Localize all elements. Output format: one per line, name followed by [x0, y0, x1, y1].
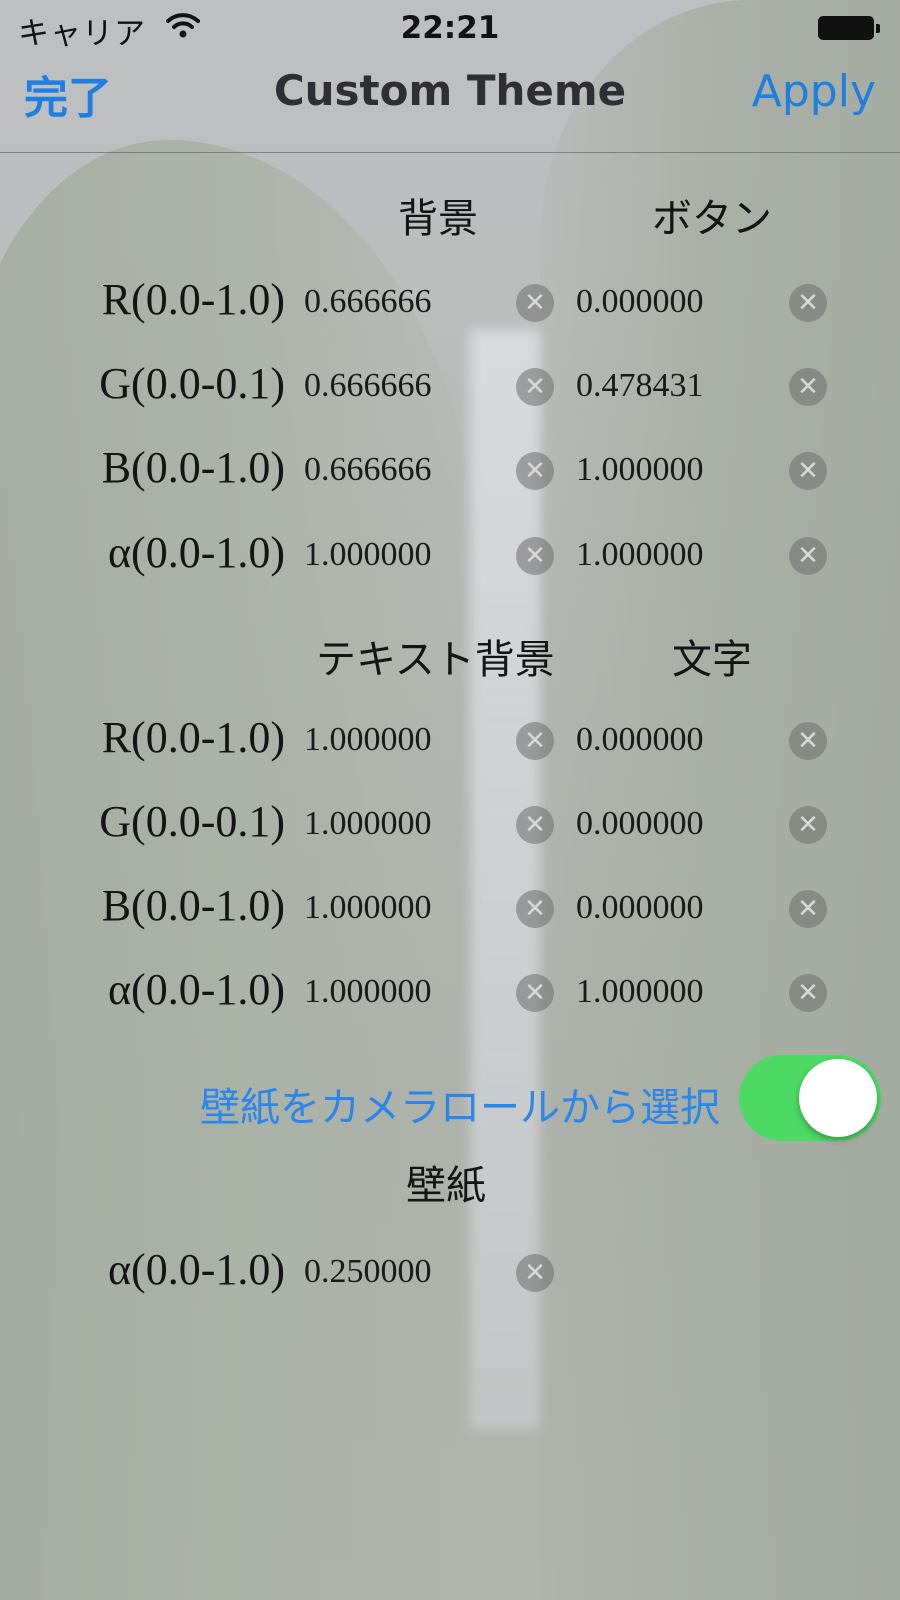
- background-g-field[interactable]: 0.666666: [304, 367, 432, 405]
- clear-icon[interactable]: ✕: [516, 722, 554, 760]
- wallpaper-heading: 壁紙: [406, 1163, 486, 1208]
- text-b-field[interactable]: 0.000000: [576, 889, 704, 927]
- clear-icon[interactable]: ✕: [516, 806, 554, 844]
- text-alpha-field[interactable]: 1.000000: [576, 973, 704, 1011]
- clear-icon[interactable]: ✕: [516, 890, 554, 928]
- clear-icon[interactable]: ✕: [516, 452, 554, 490]
- toggle-knob: [799, 1059, 877, 1137]
- clear-icon[interactable]: ✕: [789, 722, 827, 760]
- clear-icon[interactable]: ✕: [516, 974, 554, 1012]
- column-header-text: 文字: [672, 637, 752, 682]
- background-alpha-field[interactable]: 1.000000: [304, 536, 432, 574]
- clear-icon[interactable]: ✕: [789, 452, 827, 490]
- clear-icon[interactable]: ✕: [789, 806, 827, 844]
- clear-icon[interactable]: ✕: [789, 890, 827, 928]
- column-header-button: ボタン: [652, 196, 772, 241]
- button-b-field[interactable]: 1.000000: [576, 451, 704, 489]
- clear-icon[interactable]: ✕: [789, 974, 827, 1012]
- clear-icon[interactable]: ✕: [789, 537, 827, 575]
- button-g-field[interactable]: 0.478431: [576, 367, 704, 405]
- row-label-alpha: α(0.0-1.0): [107, 528, 285, 577]
- text-g-field[interactable]: 0.000000: [576, 805, 704, 843]
- battery-icon: [818, 16, 880, 42]
- text-background-g-field[interactable]: 1.000000: [304, 805, 432, 843]
- wallpaper-alpha-field[interactable]: 0.250000: [304, 1253, 432, 1291]
- navigation-bar: 完了 Custom Theme Apply: [0, 60, 900, 153]
- button-alpha-field[interactable]: 1.000000: [576, 536, 704, 574]
- camera-roll-label: 壁紙をカメラロールから選択: [200, 1085, 720, 1130]
- clear-icon[interactable]: ✕: [516, 1254, 554, 1292]
- text-background-r-field[interactable]: 1.000000: [304, 721, 432, 759]
- row-label-alpha: α(0.0-1.0): [107, 1245, 285, 1294]
- text-r-field[interactable]: 0.000000: [576, 721, 704, 759]
- row-label-b: B(0.0-1.0): [101, 443, 285, 492]
- clear-icon[interactable]: ✕: [789, 284, 827, 322]
- column-header-text-background: テキスト背景: [316, 637, 555, 682]
- background-b-field[interactable]: 0.666666: [304, 451, 432, 489]
- row-label-g: G(0.0-0.1): [99, 797, 285, 846]
- text-background-b-field[interactable]: 1.000000: [304, 889, 432, 927]
- row-label-b: B(0.0-1.0): [101, 881, 285, 930]
- clear-icon[interactable]: ✕: [789, 368, 827, 406]
- button-r-field[interactable]: 0.000000: [576, 283, 704, 321]
- apply-button[interactable]: Apply: [752, 66, 876, 117]
- text-background-alpha-field[interactable]: 1.000000: [304, 973, 432, 1011]
- clear-icon[interactable]: ✕: [516, 537, 554, 575]
- camera-roll-toggle[interactable]: [739, 1055, 881, 1141]
- column-header-background: 背景: [398, 196, 478, 241]
- row-label-r: R(0.0-1.0): [101, 713, 285, 762]
- clear-icon[interactable]: ✕: [516, 368, 554, 406]
- row-label-alpha: α(0.0-1.0): [107, 965, 285, 1014]
- status-bar: キャリア 22:21: [0, 0, 900, 60]
- background-r-field[interactable]: 0.666666: [304, 283, 432, 321]
- row-label-r: R(0.0-1.0): [101, 275, 285, 324]
- clear-icon[interactable]: ✕: [516, 284, 554, 322]
- row-label-g: G(0.0-0.1): [99, 359, 285, 408]
- status-time: 22:21: [400, 10, 500, 46]
